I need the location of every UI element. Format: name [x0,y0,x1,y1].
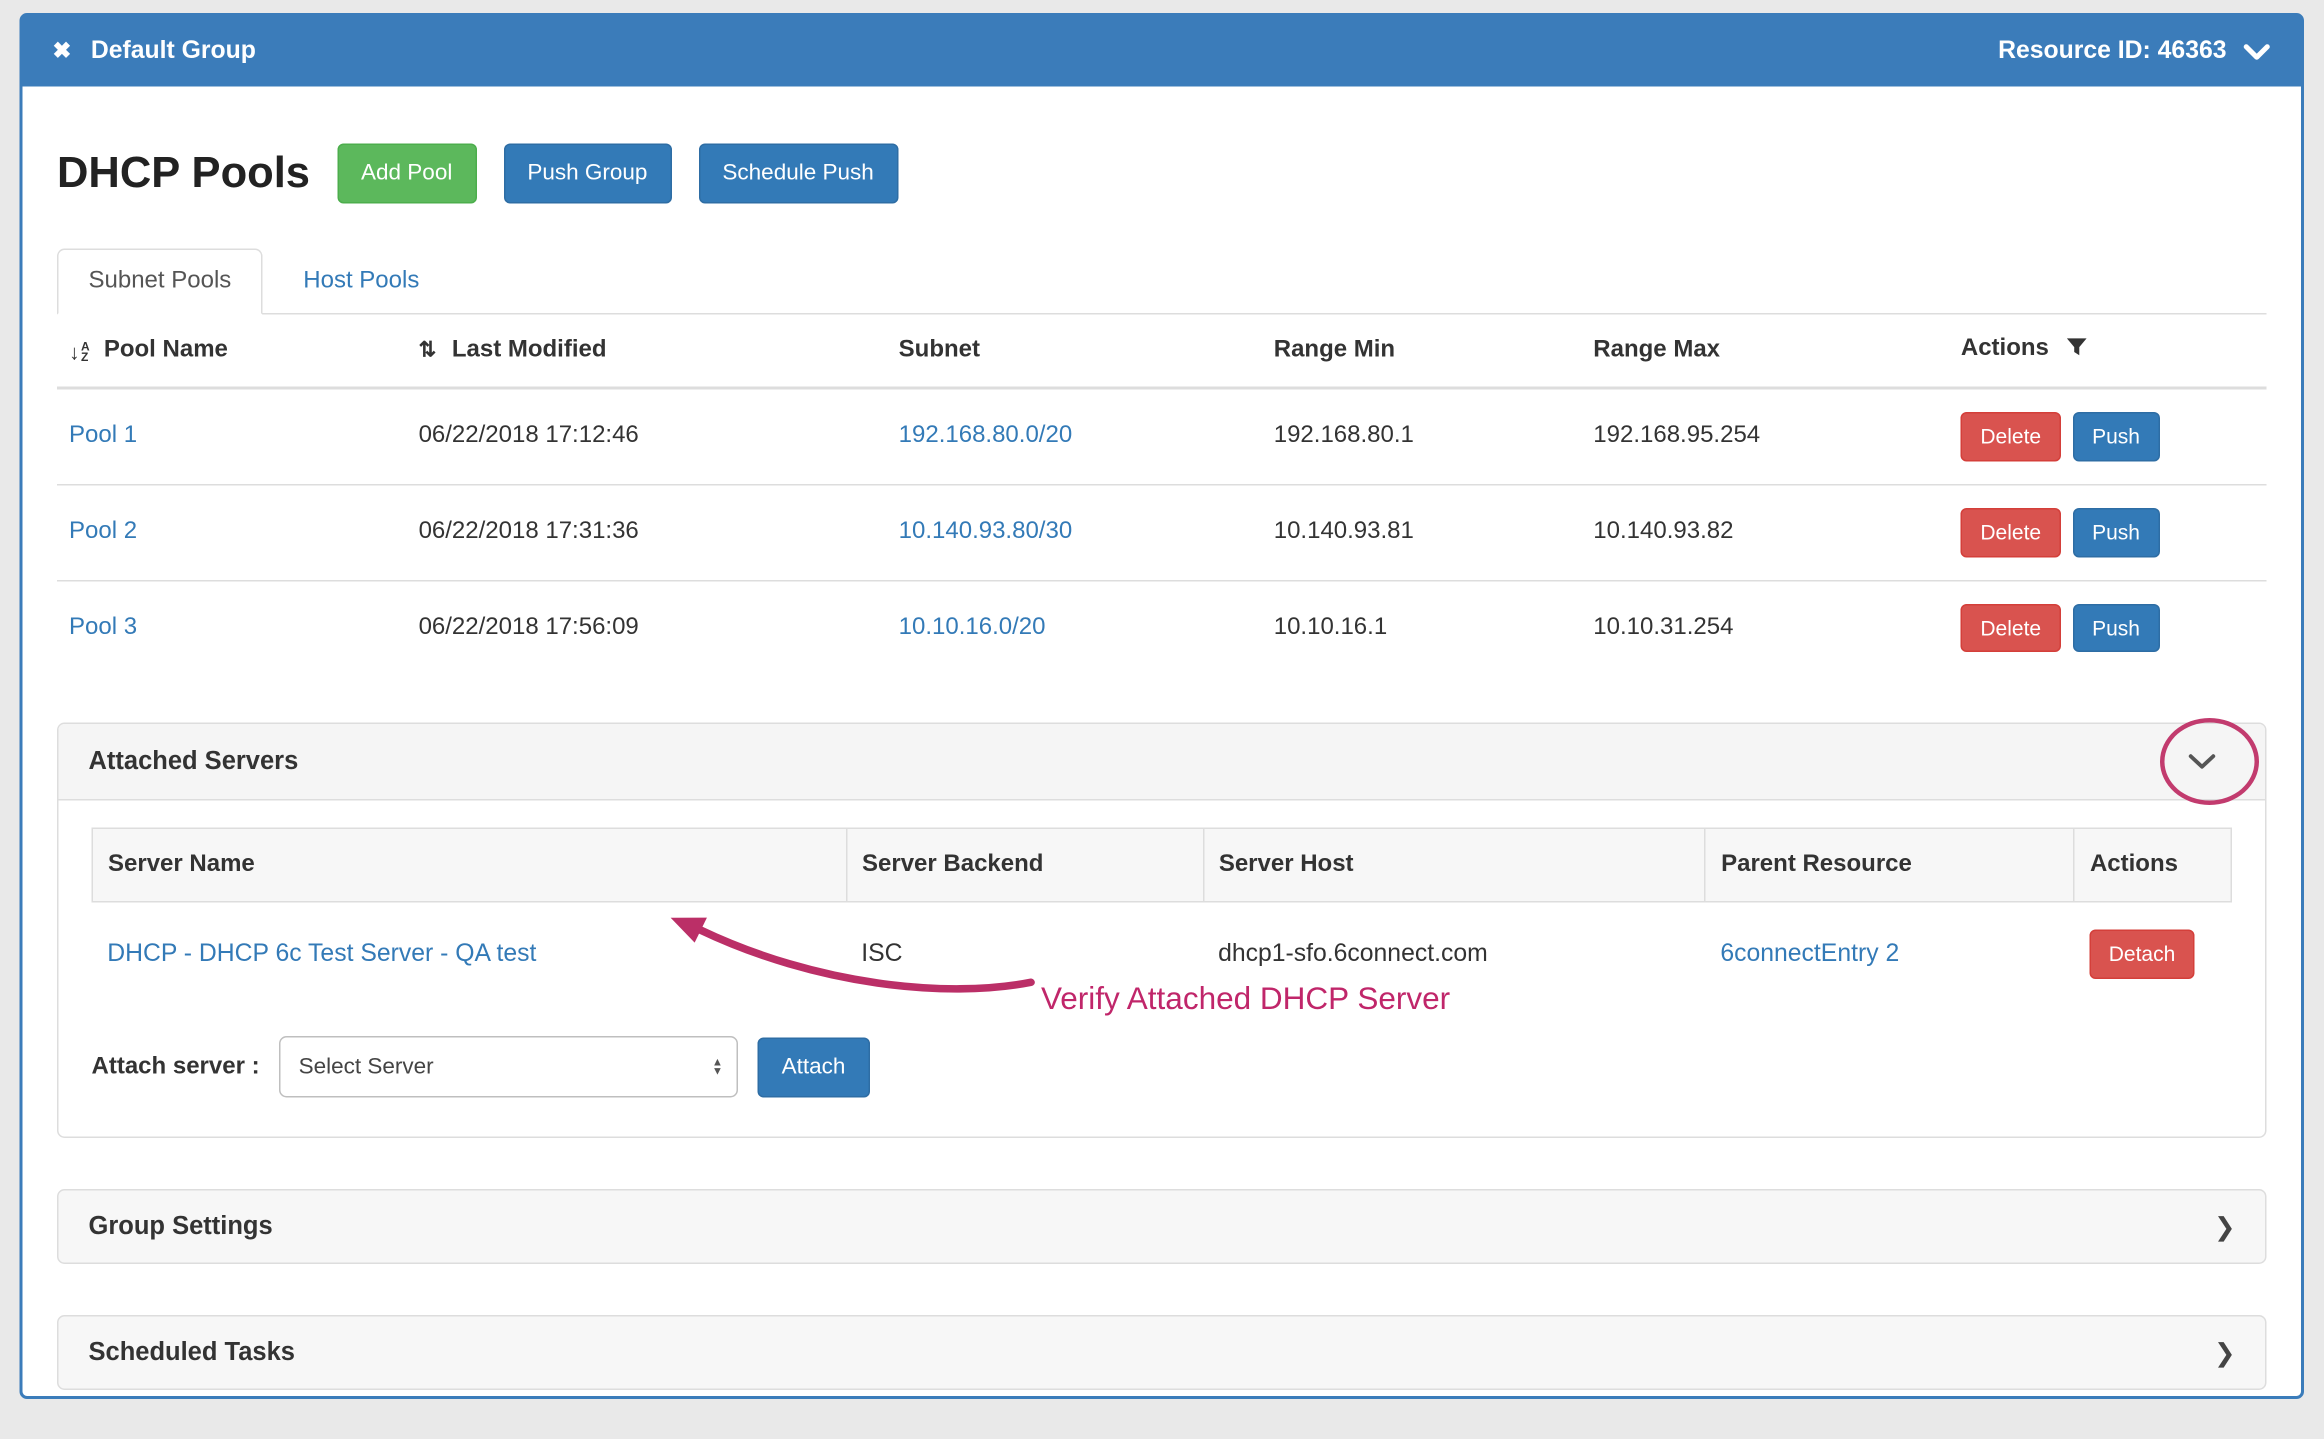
attach-button[interactable]: Attach [758,1037,870,1097]
range-max-value: 10.10.31.254 [1581,580,1949,675]
range-min-value: 10.140.93.81 [1262,484,1582,580]
attached-servers-title: Attached Servers [89,747,299,777]
range-min-header: Range Min [1262,315,1582,389]
pool-table-header-row: ↓AZ Pool Name ⇅ Last Modified Subnet Ran… [57,315,2267,389]
range-max-value: 10.140.93.82 [1581,484,1949,580]
range-max-header: Range Max [1581,315,1949,389]
range-max-value: 192.168.95.254 [1581,388,1949,484]
subnet-header: Subnet [887,315,1262,389]
range-min-value: 192.168.80.1 [1262,388,1582,484]
server-backend-value: ISC [846,902,1203,1006]
pool-link[interactable]: Pool 3 [69,614,137,640]
chevron-right-icon[interactable]: ❯ [2214,1214,2235,1240]
parent-resource-header: Parent Resource [1705,829,2074,903]
add-pool-button[interactable]: Add Pool [337,144,476,204]
chevron-down-icon[interactable] [2243,42,2272,60]
close-icon[interactable]: ✖ [53,40,72,63]
server-name-header: Server Name [92,829,846,903]
server-select-value: Select Server [299,1054,434,1080]
push-button[interactable]: Push [2073,603,2160,652]
sort-alpha-down-icon[interactable]: ↓AZ [69,340,90,364]
content: DHCP Pools Add Pool Push Group Schedule … [23,144,2302,1391]
collapse-chevron-down-icon[interactable] [2187,753,2217,771]
group-panel: ✖ Default Group Resource ID: 46363 DHCP … [20,13,2305,1399]
group-settings-panel[interactable]: Group Settings ❯ [57,1189,2267,1264]
pool-modified: 06/22/2018 17:56:09 [407,580,887,675]
group-settings-title: Group Settings [89,1212,273,1242]
scheduled-tasks-panel[interactable]: Scheduled Tasks ❯ [57,1315,2267,1390]
delete-button[interactable]: Delete [1961,603,2061,652]
server-host-header: Server Host [1203,829,1705,903]
range-min-header-label: Range Min [1274,337,1395,363]
pool-row: Pool 1 06/22/2018 17:12:46 192.168.80.0/… [57,388,2267,484]
resource-id-label: Resource ID: 46363 [1998,37,2226,66]
schedule-push-button[interactable]: Schedule Push [698,144,897,204]
server-actions-header: Actions [2074,829,2232,903]
server-table: Server Name Server Backend Server Host P… [92,828,2233,1006]
detach-button[interactable]: Detach [2089,930,2195,979]
push-button[interactable]: Push [2073,412,2160,461]
range-min-value: 10.10.16.1 [1262,580,1582,675]
scheduled-tasks-title: Scheduled Tasks [89,1338,295,1368]
attached-servers-panel: Attached Servers Server Name [57,723,2267,1138]
last-modified-header-label: Last Modified [452,337,607,363]
subnet-link[interactable]: 10.140.93.80/30 [899,519,1073,545]
pool-modified: 06/22/2018 17:12:46 [407,388,887,484]
title-row: DHCP Pools Add Pool Push Group Schedule … [57,144,2267,204]
server-host-value: dhcp1-sfo.6connect.com [1203,902,1705,1006]
actions-header-label: Actions [1961,336,2049,362]
group-title: Default Group [91,37,256,66]
sort-icon[interactable]: ⇅ [419,337,437,361]
pool-modified: 06/22/2018 17:31:36 [407,484,887,580]
pool-link[interactable]: Pool 1 [69,423,137,449]
parent-resource-link[interactable]: 6connectEntry 2 [1720,940,1899,967]
pool-table: ↓AZ Pool Name ⇅ Last Modified Subnet Ran… [57,315,2267,676]
server-link[interactable]: DHCP - DHCP 6c Test Server - QA test [107,940,536,967]
pool-tabs: Subnet Pools Host Pools [57,249,2267,315]
pool-link[interactable]: Pool 2 [69,519,137,545]
server-backend-header: Server Backend [846,829,1203,903]
tab-subnet-pools[interactable]: Subnet Pools [57,249,263,315]
delete-button[interactable]: Delete [1961,412,2061,461]
server-table-header-row: Server Name Server Backend Server Host P… [92,829,2231,903]
pool-row: Pool 2 06/22/2018 17:31:36 10.140.93.80/… [57,484,2267,580]
pool-row: Pool 3 06/22/2018 17:56:09 10.10.16.0/20… [57,580,2267,675]
pool-name-header-label: Pool Name [104,337,228,363]
attached-servers-header[interactable]: Attached Servers [59,725,2266,802]
subnet-link[interactable]: 10.10.16.0/20 [899,614,1046,640]
range-max-header-label: Range Max [1593,337,1720,363]
pool-name-header[interactable]: ↓AZ Pool Name [57,315,407,389]
server-row: DHCP - DHCP 6c Test Server - QA test ISC… [92,902,2231,1006]
server-select[interactable]: Select Server ▲▼ [279,1036,738,1098]
subnet-link[interactable]: 192.168.80.0/20 [899,423,1073,449]
attach-server-label: Attach server : [92,1054,260,1081]
push-group-button[interactable]: Push Group [503,144,671,204]
attached-servers-body: Server Name Server Backend Server Host P… [59,801,2266,1137]
delete-button[interactable]: Delete [1961,508,2061,557]
subnet-header-label: Subnet [899,337,980,363]
attach-server-row: Attach server : Select Server ▲▼ Attach [92,1036,2233,1098]
last-modified-header[interactable]: ⇅ Last Modified [407,315,887,389]
filter-icon[interactable] [2066,339,2089,365]
push-button[interactable]: Push [2073,508,2160,557]
group-header-bar: ✖ Default Group Resource ID: 46363 [23,16,2302,87]
page-title: DHCP Pools [57,149,310,199]
actions-header: Actions [1949,315,2267,389]
chevron-right-icon[interactable]: ❯ [2214,1340,2235,1366]
tab-host-pools[interactable]: Host Pools [272,249,451,315]
select-arrows-icon: ▲▼ [712,1057,723,1077]
page: ✖ Default Group Resource ID: 46363 DHCP … [0,13,2324,1439]
